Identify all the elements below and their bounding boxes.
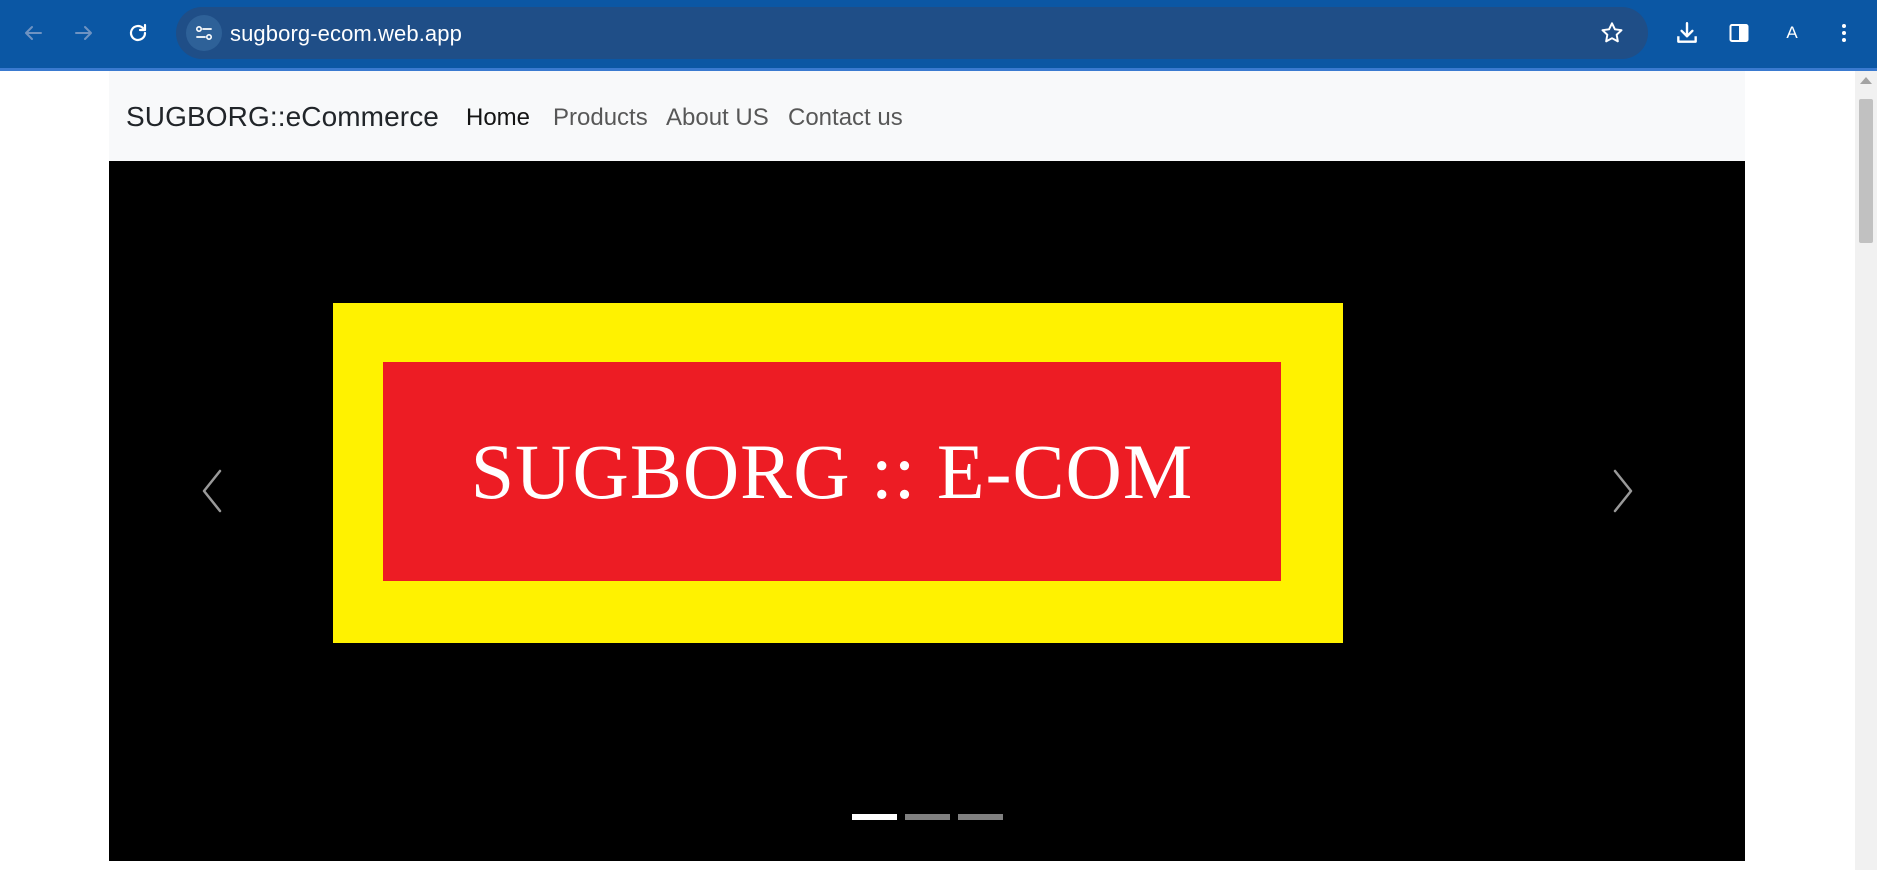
carousel-indicator-1[interactable] xyxy=(851,814,897,820)
forward-icon xyxy=(75,26,92,40)
chevron-right-icon xyxy=(1613,469,1633,513)
nav-link-products[interactable]: Products xyxy=(553,104,648,132)
address-bar[interactable]: sugborg-ecom.web.app xyxy=(176,7,1648,59)
site-info-button[interactable] xyxy=(186,15,222,51)
bookmark-button[interactable] xyxy=(1598,19,1626,47)
chevron-left-icon xyxy=(202,469,222,513)
site-info-icon xyxy=(195,25,213,41)
nav-link-about[interactable]: About US xyxy=(666,104,769,132)
scrollbar-thumb[interactable] xyxy=(1859,99,1873,243)
hero-carousel: SUGBORG :: E-COM xyxy=(109,161,1745,861)
carousel-next-button[interactable] xyxy=(1593,461,1653,521)
forward-button[interactable] xyxy=(64,13,104,53)
more-menu-icon xyxy=(1842,24,1846,42)
site-navbar: SUGBORG::eCommerce Home Products About U… xyxy=(109,71,1745,161)
back-button[interactable] xyxy=(13,13,53,53)
nav-link-contact[interactable]: Contact us xyxy=(788,104,903,132)
bookmark-star-icon xyxy=(1601,22,1623,43)
navbar-brand[interactable]: SUGBORG::eCommerce xyxy=(126,101,439,133)
reload-icon xyxy=(129,23,147,42)
banner-text: SUGBORG :: E-COM xyxy=(470,427,1194,515)
carousel-indicator-3[interactable] xyxy=(957,814,1003,820)
page-viewport: SUGBORG::eCommerce Home Products About U… xyxy=(0,71,1855,870)
url-text[interactable]: sugborg-ecom.web.app xyxy=(230,21,462,47)
page-scrollbar[interactable] xyxy=(1855,71,1877,870)
back-icon xyxy=(25,26,42,40)
side-panel-button[interactable] xyxy=(1719,13,1759,53)
banner-image: SUGBORG :: E-COM xyxy=(333,303,1343,643)
download-icon xyxy=(1677,22,1697,43)
reload-button[interactable] xyxy=(118,13,158,53)
banner-inner-panel: SUGBORG :: E-COM xyxy=(383,362,1281,581)
browser-toolbar: sugborg-ecom.web.app A xyxy=(0,0,1877,70)
nav-link-home[interactable]: Home xyxy=(466,104,530,132)
carousel-prev-button[interactable] xyxy=(182,461,242,521)
scroll-up-arrow-icon[interactable] xyxy=(1860,77,1872,84)
carousel-indicators xyxy=(109,814,1745,822)
profile-avatar[interactable]: A xyxy=(1779,17,1805,49)
side-panel-icon xyxy=(1729,24,1749,42)
downloads-button[interactable] xyxy=(1667,13,1707,53)
more-menu-button[interactable] xyxy=(1824,13,1864,53)
carousel-indicator-2[interactable] xyxy=(904,814,950,820)
